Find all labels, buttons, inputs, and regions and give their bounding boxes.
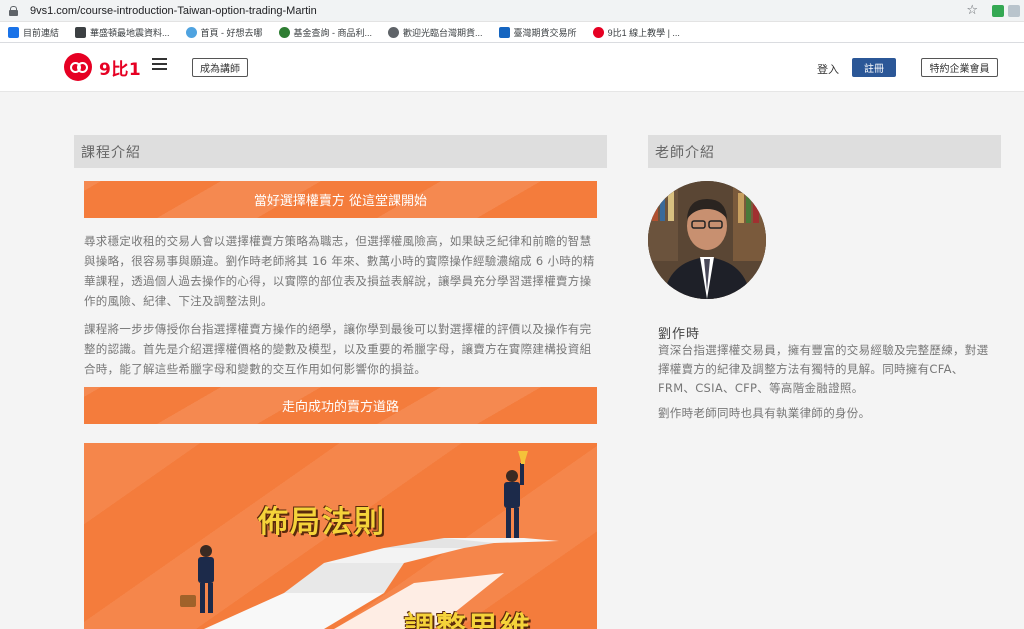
bookmark-item[interactable]: 臺灣期貨交易所: [498, 26, 577, 39]
businessman-trophy-figure: [504, 451, 528, 538]
hero-subtitle: 調整思維: [404, 611, 532, 629]
bookmark-favicon-icon: [592, 26, 604, 38]
lock-icon[interactable]: [9, 5, 18, 16]
teacher-section-title: 老師介紹: [648, 135, 1001, 168]
bookmark-favicon-icon: [185, 26, 197, 38]
site-logo[interactable]: 9比1: [64, 53, 141, 81]
enterprise-member-button[interactable]: 特約企業會員: [921, 58, 998, 77]
register-button[interactable]: 註冊: [852, 58, 896, 77]
course-banner: 當好選擇權賣方 從這堂課開始: [84, 181, 597, 218]
logo-icon: [64, 53, 92, 81]
bookmark-item[interactable]: 歡迎光臨台灣期貨...: [388, 26, 483, 39]
bookmark-item[interactable]: 9比1 線上教學 | ...: [592, 26, 680, 39]
globe-icon: [388, 26, 400, 38]
course-hero-image: 佈局法則 調整思維: [84, 443, 597, 629]
browser-url-bar: 9vs1.com/course-introduction-Taiwan-opti…: [0, 0, 1024, 22]
apps-icon: [8, 26, 19, 38]
site-header: 9比1 成為講師 登入 註冊 特約企業會員: [0, 43, 1024, 92]
bookmark-item[interactable]: 目前連結: [8, 26, 59, 39]
banner-text: 走向成功的賣方道路: [281, 400, 399, 415]
bookmarks-bar: 目前連結 華盛頓最地震資料... 首頁 - 好想去哪 基金查詢 - 商品利...…: [0, 22, 1024, 43]
bookmark-favicon-icon: [278, 26, 290, 38]
menu-icon[interactable]: [152, 58, 167, 70]
teacher-note: 劉作時老師同時也具有執業律師的身份。: [658, 406, 871, 420]
bookmark-item[interactable]: 華盛頓最地震資料...: [75, 26, 170, 39]
course-description: 尋求穩定收租的交易人會以選擇權賣方策略為職志，但選擇權風險高，如果缺乏紀律和前瞻…: [84, 234, 595, 308]
course-banner: 走向成功的賣方道路: [84, 387, 597, 424]
course-section-title: 課程介紹: [74, 135, 607, 168]
logo-text: 9比1: [99, 59, 142, 80]
teacher-avatar: [648, 181, 766, 299]
become-teacher-button[interactable]: 成為講師: [192, 58, 248, 77]
course-description: 課程將一步步傳授你台指選擇權賣方操作的絕學，讓你學到最後可以對選擇權的評價以及操…: [84, 322, 592, 376]
bookmark-star-icon[interactable]: ☆: [966, 3, 978, 18]
address-text[interactable]: 9vs1.com/course-introduction-Taiwan-opti…: [30, 5, 317, 17]
bookmark-favicon-icon: [498, 26, 510, 38]
teacher-name: 劉作時: [658, 327, 701, 342]
bookmark-favicon-icon: [75, 26, 87, 38]
bookmark-item[interactable]: 首頁 - 好想去哪: [185, 26, 263, 39]
extension-icon[interactable]: [992, 5, 1004, 17]
banner-text: 當好選擇權賣方 從這堂課開始: [253, 194, 428, 209]
businessman-figure: [180, 545, 214, 613]
hero-title: 佈局法則: [258, 505, 386, 540]
main-content: 課程介紹 老師介紹 當好選擇權賣方 從這堂課開始 尋求穩定收租的交易人會以選擇權…: [0, 92, 1024, 629]
extension-icon[interactable]: [1008, 5, 1020, 17]
teacher-photo: [648, 181, 766, 299]
login-link[interactable]: 登入: [817, 61, 839, 77]
teacher-bio: 資深台指選擇權交易員，擁有豐富的交易經驗及完整歷練，對選擇權賣方的紀律及調整方法…: [658, 343, 989, 395]
bookmark-item[interactable]: 基金查詢 - 商品利...: [278, 26, 372, 39]
